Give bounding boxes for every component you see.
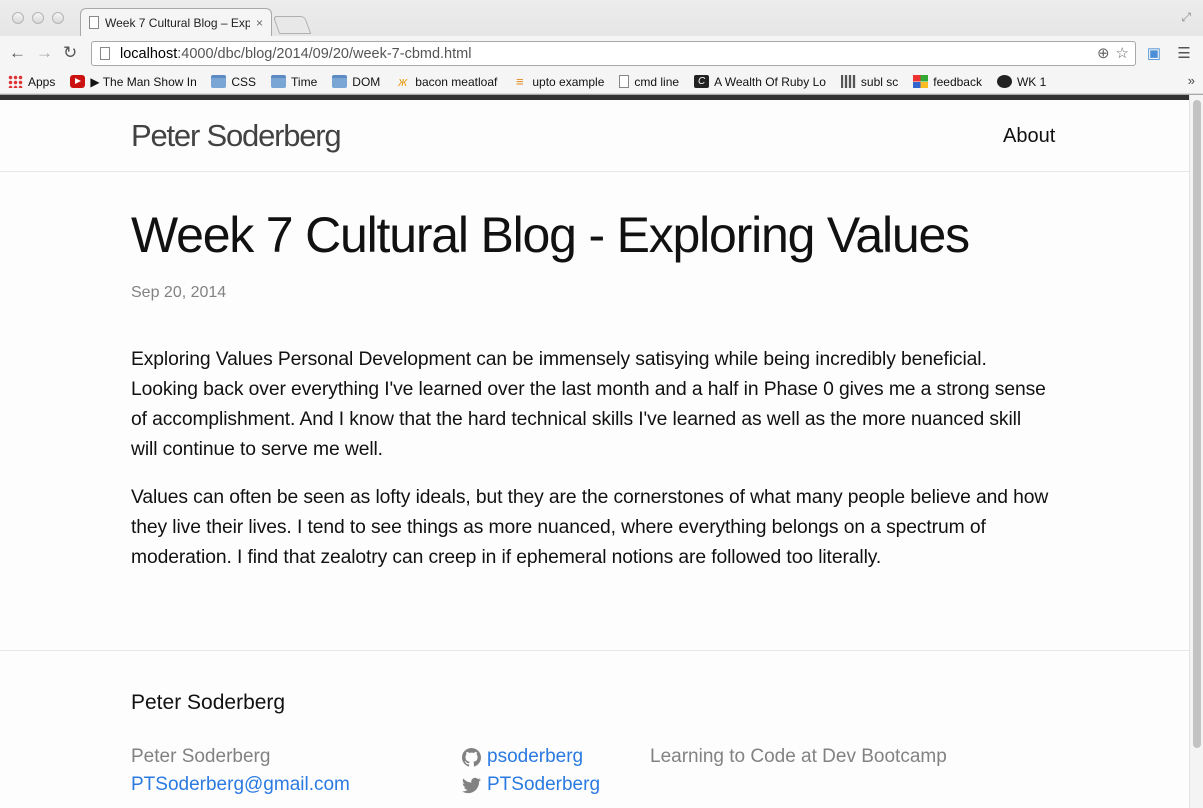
page-icon [100,47,110,60]
twitter-username: PTSoderberg [487,774,601,795]
stackoverflow-icon: ≡ [516,74,524,89]
github-username: psoderberg [487,746,584,767]
bookmark-time[interactable]: Time [271,75,317,89]
fullscreen-icon[interactable]: ⤢ [1181,10,1191,25]
bookmark-apps[interactable]: Apps [8,75,55,89]
footer-social: psoderberg PTSoderberg [462,743,600,799]
folder-icon [211,75,227,88]
page-icon [89,16,99,29]
bookmark-feedback[interactable]: feedback [913,75,982,89]
bookmark-cmd-line[interactable]: cmd line [619,75,679,89]
nav-about-link[interactable]: About [1003,125,1055,148]
bookmark-upto-example[interactable]: ≡ upto example [512,75,604,89]
extension-icon[interactable]: ▣ [1144,44,1164,64]
zoom-icon[interactable]: ⊕ [1097,44,1110,62]
film-icon [840,75,856,88]
butterfly-icon: ж [398,74,408,89]
footer-description: Learning to Code at Dev Bootcamp [650,746,947,767]
folder-icon [332,75,348,88]
bookmark-star-icon[interactable]: ☆ [1116,44,1129,62]
back-button[interactable]: ← [9,43,26,63]
minimize-window-button[interactable] [32,12,44,24]
site-footer: Peter Soderberg Peter Soderberg PTSoderb… [0,650,1189,808]
address-bar[interactable]: localhost:4000/dbc/blog/2014/09/20/week-… [91,41,1136,66]
zoom-window-button[interactable] [52,12,64,24]
github-icon [996,75,1012,88]
bookmark-css[interactable]: CSS [211,75,256,89]
reload-button[interactable]: ↻ [63,43,77,63]
footer-email-link[interactable]: PTSoderberg@gmail.com [131,771,350,799]
window-controls [12,12,64,24]
bookmarks-overflow-icon[interactable]: » [1188,73,1195,88]
bookmark-wealth-of-ruby[interactable]: CA Wealth Of Ruby Lo [694,75,826,89]
youtube-icon [70,75,86,88]
bookmark-bacon-meatloaf[interactable]: ж bacon meatloaf [395,75,497,89]
url-host: localhost [120,45,178,62]
bookmark-wk1[interactable]: WK 1 [996,75,1046,89]
forward-button[interactable]: → [36,43,53,63]
post-paragraph: Values can often be seen as lofty ideals… [131,487,1049,568]
post-title: Week 7 Cultural Blog - Exploring Values [131,207,970,263]
tab-close-icon[interactable]: × [256,16,263,30]
page-icon [619,75,630,88]
footer-contact: Peter Soderberg PTSoderberg@gmail.com [131,743,350,799]
github-link[interactable]: psoderberg [462,743,600,771]
folder-icon [271,75,287,88]
scrollbar[interactable] [1189,95,1203,808]
bookmark-man-show[interactable]: ▶ The Man Show InT [70,75,196,89]
browser-tab[interactable]: Week 7 Cultural Blog – Exp × [80,8,272,36]
twitter-link[interactable]: PTSoderberg [462,771,600,799]
microsoft-icon [913,75,929,88]
bookmark-dom[interactable]: DOM [332,75,380,89]
site-title-link[interactable]: Peter Soderberg [131,118,342,154]
apps-grid-icon [8,75,23,88]
footer-heading: Peter Soderberg [131,691,286,714]
post-date: Sep 20, 2014 [131,284,227,301]
footer-name: Peter Soderberg [131,746,271,767]
new-tab-button[interactable] [272,16,312,34]
scrollbar-thumb[interactable] [1193,100,1201,748]
url-path: :4000/dbc/blog/2014/09/20/week-7-cbmd.ht… [177,45,472,62]
post-paragraph: Exploring Values Personal Development ca… [131,349,1046,460]
bookmarks-bar: Apps ▶ The Man Show InT CSS Time DOM ж ba… [0,70,1203,93]
bookmark-subl-sc[interactable]: subl sc [840,75,898,89]
ruby-icon: C [694,75,710,88]
site-header: Peter Soderberg About [0,100,1189,172]
post-content: Exploring Values Personal Development ca… [131,345,1051,591]
browser-chrome: Week 7 Cultural Blog – Exp × ⤢ ← → ↻ loc… [0,0,1203,95]
menu-icon[interactable]: ☰ [1174,44,1194,64]
tab-title: Week 7 Cultural Blog – Exp [105,15,250,30]
close-window-button[interactable] [12,12,24,24]
github-icon [462,747,481,767]
twitter-icon [462,777,481,793]
